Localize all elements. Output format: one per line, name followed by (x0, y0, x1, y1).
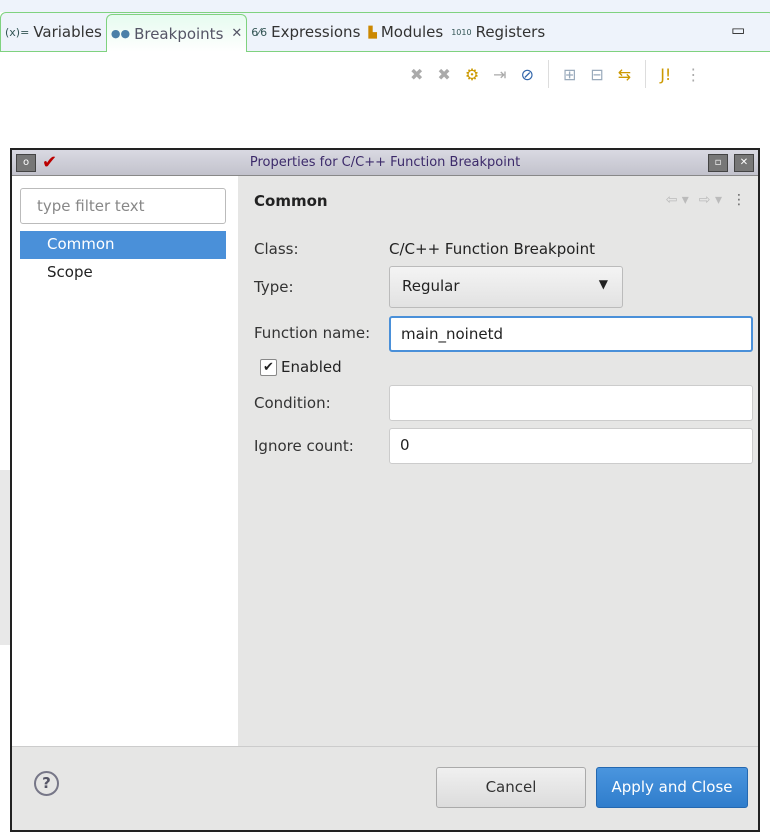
breakpoint-app-icon: ✔ (42, 152, 58, 173)
tab-registers[interactable]: 1010 Registers (447, 13, 549, 51)
breakpoints-toolbar: ✖ ✖ ⚙ ⇥ ⊘ ⊞ ⊟ ⇆ J! ⋮ (410, 60, 701, 88)
apply-and-close-button[interactable]: Apply and Close (596, 767, 748, 808)
menu-icon[interactable]: ⋮ (732, 192, 746, 208)
tab-label: Modules (380, 23, 444, 41)
separator (547, 60, 549, 88)
close-button[interactable]: ✕ (734, 154, 754, 172)
maximize-button[interactable]: ▫ (708, 154, 728, 172)
link-with-view-icon[interactable]: ⇆ (618, 65, 631, 84)
function-name-label: Function name: (254, 324, 371, 342)
tab-label: Variables (33, 23, 102, 41)
tab-breakpoints[interactable]: ●● Breakpoints ✕ (105, 14, 248, 52)
type-value: Regular (402, 277, 460, 295)
section-title: Common (254, 192, 328, 210)
filter-input[interactable]: type filter text (20, 188, 226, 224)
help-icon[interactable]: ? (34, 771, 59, 796)
top-background (0, 0, 770, 12)
link-icon[interactable]: ⚙ (465, 65, 479, 84)
function-name-input[interactable]: main_noinetd (389, 316, 753, 352)
view-menu-icon[interactable]: ⋮ (685, 65, 701, 84)
tab-label: Breakpoints (134, 24, 224, 43)
checkbox-icon: ✔ (260, 358, 277, 376)
expand-all-icon[interactable]: ⊞ (563, 65, 576, 84)
type-label: Type: (254, 278, 294, 296)
java-exception-icon[interactable]: J! (660, 65, 671, 84)
tab-variables[interactable]: (x)= Variables (1, 13, 106, 51)
close-icon[interactable]: ✕ (231, 26, 242, 41)
class-value: C/C++ Function Breakpoint (389, 240, 595, 258)
ignore-count-input[interactable]: 0 (389, 428, 753, 464)
chevron-down-icon: ▼ (598, 277, 608, 291)
skip-breakpoints-icon[interactable]: ⊘ (521, 65, 534, 84)
properties-dialog: o ✔ Properties for C/C++ Function Breakp… (10, 148, 760, 832)
tab-modules[interactable]: ▙ Modules (364, 13, 447, 51)
back-icon[interactable]: ⇦ ▾ (666, 192, 689, 208)
class-label: Class: (254, 240, 299, 258)
dialog-titlebar: o ✔ Properties for C/C++ Function Breakp… (12, 150, 758, 176)
condition-input[interactable] (389, 385, 753, 421)
cancel-button[interactable]: Cancel (436, 767, 586, 808)
nav-pane: type filter text Common Scope (12, 176, 238, 746)
common-page: Common ⇦ ▾ ⇨ ▾ ⋮ Class: C/C++ Function Bre… (238, 176, 758, 746)
minimize-icon[interactable]: ▭ (731, 21, 745, 39)
expressions-icon: 6⁄6 (251, 25, 268, 39)
window-menu-button[interactable]: o (16, 154, 36, 172)
enabled-label: Enabled (281, 358, 342, 376)
remove-icon[interactable]: ✖ (410, 65, 423, 84)
nav-item-common[interactable]: Common (20, 231, 226, 259)
dialog-title: Properties for C/C++ Function Breakpoint (249, 155, 521, 170)
variables-icon: (x)= (5, 25, 30, 39)
forward-icon[interactable]: ⇨ ▾ (699, 192, 722, 208)
remove-all-icon[interactable]: ✖ (437, 65, 450, 84)
collapse-all-icon[interactable]: ⊟ (590, 65, 603, 84)
registers-icon: 1010 (451, 27, 472, 37)
tab-label: Expressions (271, 23, 361, 41)
breakpoints-icon: ●● (110, 27, 131, 40)
history-nav: ⇦ ▾ ⇨ ▾ ⋮ (666, 192, 746, 208)
goto-file-icon[interactable]: ⇥ (493, 65, 506, 84)
modules-icon: ▙ (368, 25, 377, 39)
condition-label: Condition: (254, 394, 331, 412)
dialog-footer: ? Cancel Apply and Close (12, 746, 758, 830)
background-panel (0, 470, 10, 645)
type-select[interactable]: Regular ▼ (389, 266, 623, 308)
tab-expressions[interactable]: 6⁄6 Expressions (247, 13, 364, 51)
tab-label: Registers (475, 23, 546, 41)
debug-view-tabbar: (x)= Variables ●● Breakpoints ✕ 6⁄6 Expressi… (0, 12, 770, 52)
ignore-count-label: Ignore count: (254, 437, 354, 455)
enabled-checkbox[interactable]: ✔ Enabled (260, 358, 342, 376)
nav-item-scope[interactable]: Scope (20, 259, 226, 287)
separator (645, 60, 647, 88)
